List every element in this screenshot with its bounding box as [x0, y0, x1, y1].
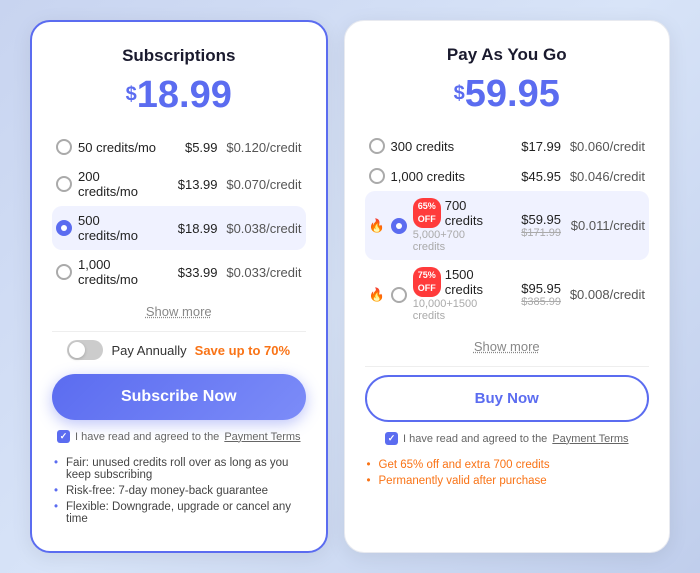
sub-bullet: Flexible: Downgrade, upgrade or cancel a… — [52, 499, 306, 527]
payasyougo-amount: 59.95 — [465, 73, 560, 115]
sub-credits: 500 credits/mo — [78, 213, 160, 243]
payasyougo-dollar: $ — [454, 83, 465, 105]
subscriptions-dollar: $ — [126, 84, 137, 106]
sub-price: $13.99 — [166, 177, 218, 192]
pay-price: $59.95 — [509, 212, 561, 227]
subscriptions-price: $18.99 — [52, 76, 306, 114]
pay-credits: 1,000 credits — [391, 169, 503, 184]
pay-credits-wrap: 65% OFF 700 credits 5,000+700 credits — [413, 198, 483, 253]
badge-row: 65% OFF 700 credits — [413, 198, 483, 228]
subscribe-button[interactable]: Subscribe Now — [52, 374, 306, 420]
payasyougo-options: 300 credits $17.99 $0.060/credit 1,000 c… — [365, 131, 649, 329]
pay-radio[interactable] — [391, 218, 407, 234]
payasyougo-card: Pay As You Go $59.95 300 credits $17.99 … — [344, 20, 670, 553]
buy-button[interactable]: Buy Now — [365, 375, 649, 422]
pay-price-strike: $171.99 — [521, 227, 561, 239]
pay-per-credit: $0.011/credit — [567, 218, 645, 233]
pay-credits-wrap: 75% OFF 1500 credits 10,000+1500 credits — [413, 267, 483, 322]
subscriptions-terms-checkbox[interactable] — [57, 430, 70, 443]
sub-price: $33.99 — [166, 265, 218, 280]
subscriptions-terms-text: I have read and agreed to the — [75, 431, 219, 443]
pay-price: $95.95 — [509, 281, 561, 296]
pay-price: $45.95 — [509, 169, 561, 184]
fire-icon: 🔥 — [369, 218, 385, 234]
sub-radio[interactable] — [56, 176, 72, 192]
sub-bullet: Fair: unused credits roll over as long a… — [52, 455, 306, 483]
fire-icon: 🔥 — [369, 287, 385, 303]
payasyougo-terms-text: I have read and agreed to the — [403, 433, 547, 445]
pay-price-strike: $385.99 — [521, 296, 561, 308]
sub-option-row[interactable]: 500 credits/mo $18.99 $0.038/credit — [52, 206, 306, 250]
pay-radio[interactable] — [369, 138, 385, 154]
subscriptions-bullets: Fair: unused credits roll over as long a… — [52, 455, 306, 527]
pay-option-row[interactable]: 300 credits $17.99 $0.060/credit — [365, 131, 649, 161]
subscriptions-options: 50 credits/mo $5.99 $0.120/credit 200 cr… — [52, 132, 306, 294]
payasyougo-show-more[interactable]: Show more — [365, 339, 649, 354]
subscriptions-title: Subscriptions — [52, 46, 306, 66]
sub-radio[interactable] — [56, 220, 72, 236]
promo-bullets: Get 65% off and extra 700 creditsPermane… — [365, 457, 649, 489]
pay-credits: 1500 credits — [445, 267, 483, 297]
promo-bullet: Get 65% off and extra 700 credits — [365, 457, 649, 473]
payasyougo-title: Pay As You Go — [365, 45, 649, 65]
credits-sub: 5,000+700 credits — [413, 229, 483, 253]
pay-price-wrap: $95.95 $385.99 — [489, 281, 561, 308]
pay-price-wrap: $59.95 $171.99 — [489, 212, 561, 239]
subscriptions-terms-link[interactable]: Payment Terms — [224, 431, 300, 443]
promo-bullet: Permanently valid after purchase — [365, 473, 649, 489]
sub-per-credit: $0.033/credit — [224, 265, 302, 280]
payasyougo-terms: I have read and agreed to the Payment Te… — [365, 432, 649, 445]
pay-radio[interactable] — [391, 287, 407, 303]
discount-badge: 65% OFF — [413, 198, 441, 227]
payasyougo-price: $59.95 — [365, 75, 649, 113]
payasyougo-terms-link[interactable]: Payment Terms — [552, 433, 628, 445]
pay-credits: 700 credits — [445, 198, 483, 228]
pay-option-row[interactable]: 🔥 65% OFF 700 credits 5,000+700 credits … — [365, 191, 649, 260]
subscriptions-show-more[interactable]: Show more — [52, 304, 306, 319]
subscriptions-card: Subscriptions $18.99 50 credits/mo $5.99… — [30, 20, 328, 553]
save-text: Save up to 70% — [195, 343, 290, 358]
sub-price: $18.99 — [166, 221, 218, 236]
pay-option-row[interactable]: 🔥 75% OFF 1500 credits 10,000+1500 credi… — [365, 260, 649, 329]
pay-per-credit: $0.060/credit — [567, 139, 645, 154]
subscriptions-terms: I have read and agreed to the Payment Te… — [52, 430, 306, 443]
sub-per-credit: $0.038/credit — [224, 221, 302, 236]
sub-bullet: Risk-free: 7-day money-back guarantee — [52, 483, 306, 499]
pay-price: $17.99 — [509, 139, 561, 154]
sub-credits: 1,000 credits/mo — [78, 257, 160, 287]
pay-radio[interactable] — [369, 168, 385, 184]
sub-option-row[interactable]: 50 credits/mo $5.99 $0.120/credit — [52, 132, 306, 162]
badge-row: 75% OFF 1500 credits — [413, 267, 483, 297]
cards-wrapper: Subscriptions $18.99 50 credits/mo $5.99… — [10, 0, 690, 573]
pay-per-credit: $0.008/credit — [567, 287, 645, 302]
sub-per-credit: $0.070/credit — [224, 177, 302, 192]
sub-credits: 50 credits/mo — [78, 140, 160, 155]
annual-toggle[interactable] — [67, 340, 103, 360]
pay-option-row[interactable]: 1,000 credits $45.95 $0.046/credit — [365, 161, 649, 191]
sub-price: $5.99 — [166, 140, 218, 155]
discount-badge: 75% OFF — [413, 267, 441, 296]
subscriptions-amount: 18.99 — [137, 74, 232, 116]
pay-per-credit: $0.046/credit — [567, 169, 645, 184]
sub-radio[interactable] — [56, 264, 72, 280]
payasyougo-terms-checkbox[interactable] — [385, 432, 398, 445]
sub-credits: 200 credits/mo — [78, 169, 160, 199]
pay-credits: 300 credits — [391, 139, 503, 154]
credits-sub: 10,000+1500 credits — [413, 298, 483, 322]
sub-option-row[interactable]: 1,000 credits/mo $33.99 $0.033/credit — [52, 250, 306, 294]
sub-radio[interactable] — [56, 139, 72, 155]
sub-option-row[interactable]: 200 credits/mo $13.99 $0.070/credit — [52, 162, 306, 206]
toggle-row: Pay Annually Save up to 70% — [52, 340, 306, 360]
toggle-label: Pay Annually — [111, 343, 186, 358]
sub-per-credit: $0.120/credit — [224, 140, 302, 155]
